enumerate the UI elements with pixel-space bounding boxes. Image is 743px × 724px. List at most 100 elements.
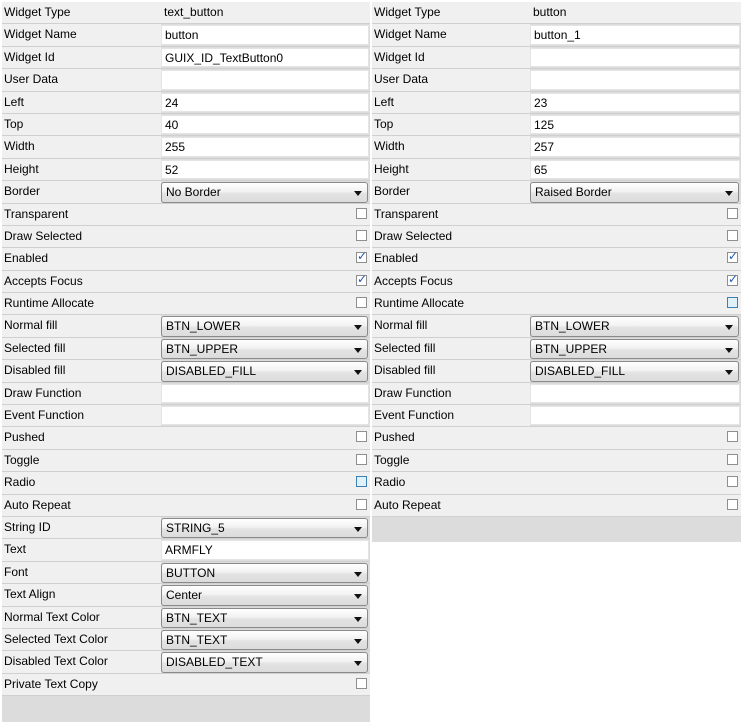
property-row-left: Left 24: [2, 91, 370, 114]
dropdown-value: DISABLED_TEXT: [166, 655, 263, 670]
dropdown-value: Raised Border: [535, 185, 612, 200]
top-field[interactable]: 40: [161, 114, 369, 135]
disabled-fill-dropdown[interactable]: DISABLED_FILL: [161, 361, 368, 382]
pushed-checkbox[interactable]: [356, 431, 367, 443]
draw-function-field[interactable]: [161, 383, 369, 404]
dropdown-value: STRING_5: [166, 520, 225, 535]
pushed-checkbox[interactable]: [727, 431, 738, 443]
radio-checkbox[interactable]: [356, 476, 367, 488]
draw-selected-checkbox[interactable]: [727, 229, 738, 241]
selected-fill-dropdown[interactable]: BTN_UPPER: [530, 338, 739, 360]
draw-selected-checkbox[interactable]: [356, 229, 367, 241]
accepts-focus-checkbox[interactable]: [727, 272, 738, 286]
property-label: Toggle: [2, 449, 370, 472]
draw-function-field[interactable]: [530, 383, 740, 404]
radio-checkbox[interactable]: [727, 476, 738, 488]
private-text-copy-checkbox[interactable]: [356, 677, 367, 689]
disabled-fill-dropdown[interactable]: DISABLED_FILL: [530, 361, 739, 382]
enabled-checkbox[interactable]: [727, 249, 738, 264]
property-label: Widget Id: [2, 46, 161, 69]
runtime-allocate-checkbox[interactable]: [727, 297, 738, 309]
toggle-checkbox[interactable]: [727, 453, 738, 465]
property-row-widget-id: Widget Id: [372, 46, 741, 70]
property-label: Text: [2, 539, 161, 561]
property-row-normal-fill: Normal fill BTN_LOWER: [372, 315, 741, 338]
property-label: Widget Id: [372, 46, 530, 69]
property-row-radio: Radio: [2, 472, 370, 495]
normal-fill-dropdown[interactable]: BTN_LOWER: [161, 316, 368, 337]
property-row-runtime-allocate: Runtime Allocate: [372, 293, 741, 316]
user-data-field[interactable]: [530, 70, 740, 90]
property-row-selected-text-color: Selected Text Color BTN_TEXT: [2, 628, 370, 652]
property-label: Height: [2, 158, 161, 181]
auto-repeat-checkbox[interactable]: [356, 498, 367, 510]
property-label: Widget Type: [372, 2, 530, 24]
transparent-checkbox[interactable]: [356, 207, 367, 219]
transparent-checkbox[interactable]: [727, 207, 738, 219]
property-label: Auto Repeat: [2, 494, 370, 516]
chevron-down-icon: [354, 661, 362, 667]
property-label: Width: [2, 136, 161, 158]
border-dropdown[interactable]: Raised Border: [530, 182, 739, 203]
widget-name-field[interactable]: button_1: [530, 25, 740, 45]
disabled-text-color-dropdown[interactable]: DISABLED_TEXT: [161, 652, 368, 673]
text-field[interactable]: ARMFLY: [161, 540, 369, 560]
event-function-field[interactable]: [530, 406, 740, 426]
property-label: Normal fill: [2, 315, 161, 337]
top-field[interactable]: 125: [530, 114, 740, 135]
normal-text-color-dropdown[interactable]: BTN_TEXT: [161, 607, 368, 628]
property-row-toggle: Toggle: [372, 449, 741, 473]
property-row-selected-fill: Selected fill BTN_UPPER: [372, 337, 741, 361]
string-id-dropdown[interactable]: STRING_5: [161, 517, 368, 539]
property-row-draw-function: Draw Function: [372, 382, 741, 406]
auto-repeat-checkbox[interactable]: [727, 498, 738, 510]
property-label: User Data: [372, 69, 530, 91]
selected-fill-dropdown[interactable]: BTN_UPPER: [161, 338, 368, 360]
property-row-widget-name: Widget Name button_1: [372, 24, 741, 47]
height-field[interactable]: 52: [161, 159, 369, 180]
width-field[interactable]: 257: [530, 137, 740, 157]
property-label: Border: [372, 181, 530, 203]
property-label: Normal Text Color: [2, 606, 161, 628]
widget-id-field[interactable]: [530, 47, 740, 68]
widget-name-field[interactable]: button: [161, 25, 369, 45]
accepts-focus-checkbox[interactable]: [356, 272, 367, 286]
property-row-draw-selected: Draw Selected: [2, 225, 370, 249]
property-row-text-align: Text Align Center: [2, 584, 370, 607]
width-field[interactable]: 255: [161, 137, 369, 157]
event-function-field[interactable]: [161, 406, 369, 426]
property-row-border: Border Raised Border: [372, 181, 741, 204]
dropdown-value: BTN_TEXT: [166, 632, 228, 647]
user-data-field[interactable]: [161, 70, 369, 90]
property-row-left: Left 23: [372, 91, 741, 114]
property-label: Auto Repeat: [372, 494, 741, 516]
height-field[interactable]: 65: [530, 159, 740, 180]
widget-id-field[interactable]: GUIX_ID_TextButton0: [161, 47, 369, 68]
property-row-event-function: Event Function: [372, 405, 741, 428]
property-label: Text Align: [2, 584, 161, 606]
chevron-down-icon: [725, 370, 733, 376]
property-row-width: Width 257: [372, 136, 741, 159]
toggle-checkbox[interactable]: [356, 453, 367, 465]
property-row-widget-name: Widget Name button: [2, 24, 370, 47]
property-row-transparent: Transparent: [2, 203, 370, 226]
property-value: text_button: [161, 2, 370, 24]
runtime-allocate-checkbox[interactable]: [356, 297, 367, 309]
property-label: Pushed: [2, 427, 370, 449]
left-field[interactable]: 24: [161, 92, 369, 112]
property-label: Top: [2, 113, 161, 136]
normal-fill-dropdown[interactable]: BTN_LOWER: [530, 316, 739, 337]
property-label: Private Text Copy: [2, 673, 370, 696]
dropdown-value: BTN_UPPER: [166, 341, 239, 356]
enabled-checkbox[interactable]: [356, 249, 367, 264]
selected-text-color-dropdown[interactable]: BTN_TEXT: [161, 629, 368, 651]
property-label: Draw Selected: [2, 225, 370, 248]
font-dropdown[interactable]: BUTTON: [161, 562, 368, 584]
border-dropdown[interactable]: No Border: [161, 182, 368, 203]
property-label: User Data: [2, 69, 161, 91]
dropdown-value: BTN_UPPER: [535, 341, 608, 356]
text-align-dropdown[interactable]: Center: [161, 585, 368, 606]
chevron-down-icon: [354, 325, 362, 331]
property-row-top: Top 125: [372, 113, 741, 137]
left-field[interactable]: 23: [530, 92, 740, 112]
